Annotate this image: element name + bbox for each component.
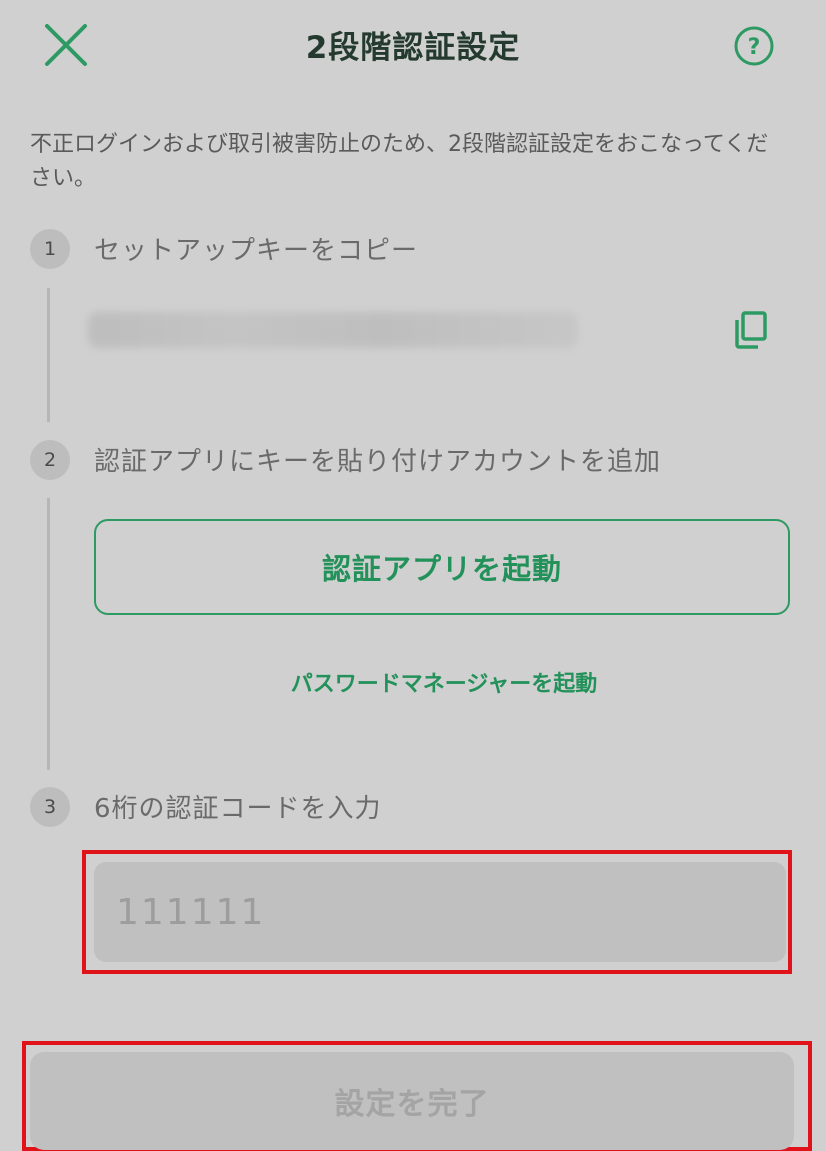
copy-button[interactable] [726, 306, 774, 354]
copy-icon [735, 311, 767, 349]
svg-text:?: ? [748, 35, 761, 60]
launch-auth-app-button[interactable]: 認証アプリを起動 [94, 519, 790, 615]
help-button[interactable]: ? [730, 24, 778, 68]
intro-text: 不正ログインおよび取引被害防止のため、2段階認証設定をおこなってください。 [30, 132, 769, 191]
step-connector-1 [47, 288, 50, 422]
step-3-label: 6桁の認証コードを入力 [94, 794, 382, 824]
complete-setup-button[interactable]: 設定を完了 [30, 1052, 794, 1150]
help-icon: ? [734, 26, 774, 66]
verification-code-input[interactable] [94, 862, 786, 962]
page-title: 2段階認証設定 [305, 30, 521, 66]
step-3-number: 3 [30, 787, 70, 827]
setup-key-blurred [88, 312, 578, 348]
step-connector-2 [47, 498, 50, 770]
step-1-label: セットアップキーをコピー [94, 236, 419, 266]
step-2-label: 認証アプリにキーを貼り付けアカウントを追加 [94, 447, 662, 477]
launch-password-manager-link[interactable]: パスワードマネージャーを起動 [94, 666, 794, 698]
step-1-number: 1 [30, 229, 70, 269]
step-2-number: 2 [30, 440, 70, 480]
